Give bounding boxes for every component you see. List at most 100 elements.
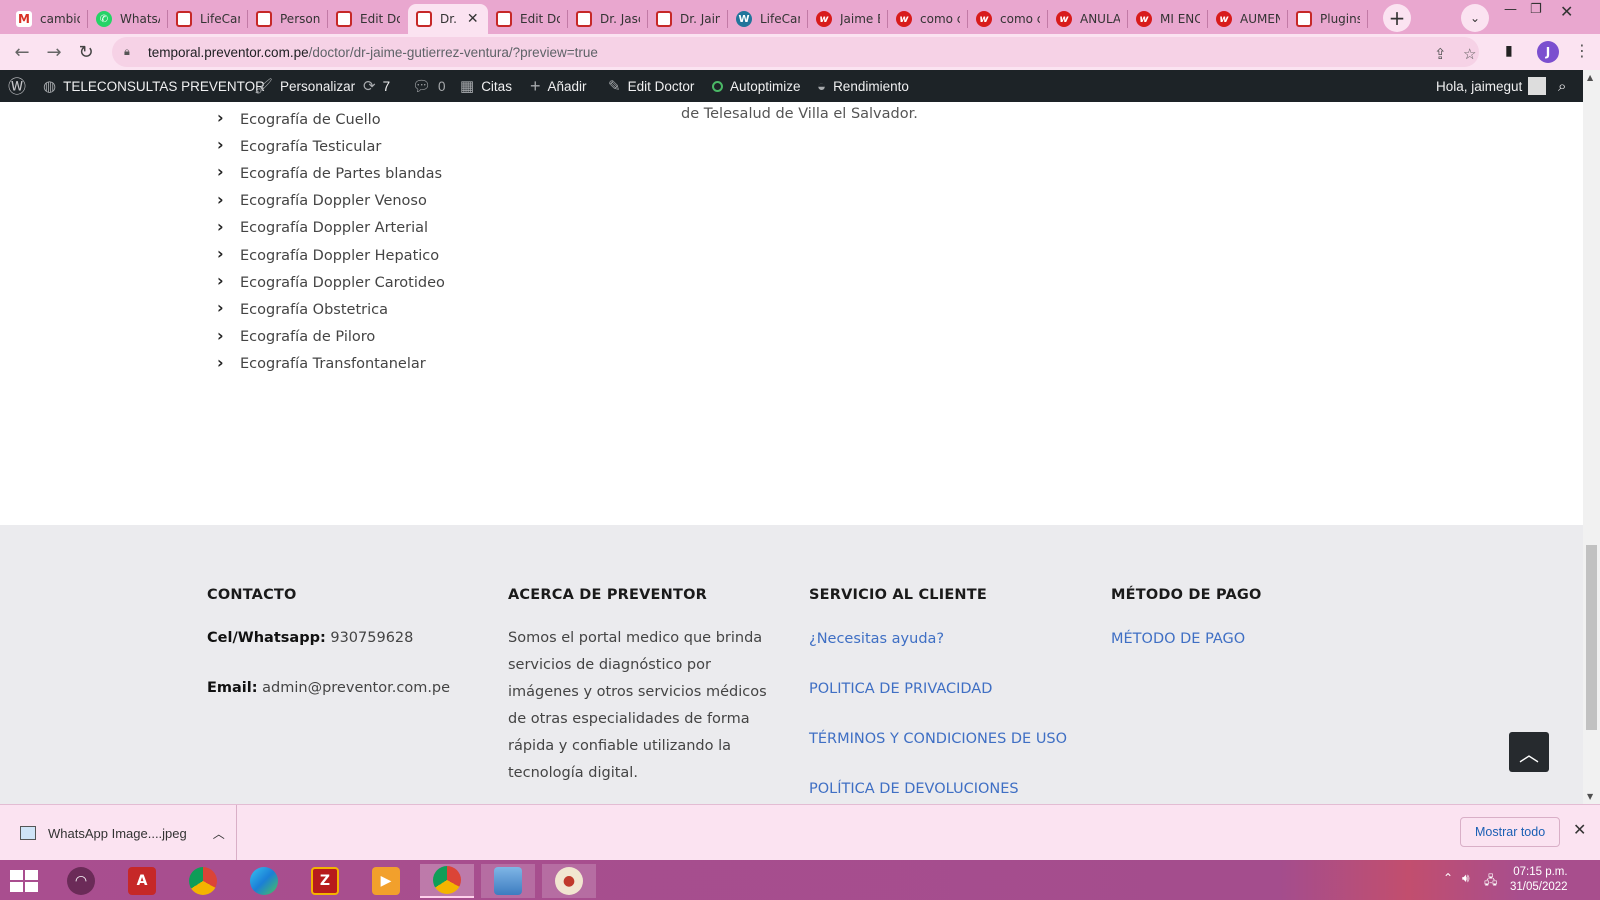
browser-tab[interactable]: w MI ENC <box>1128 4 1208 34</box>
side-panel-icon[interactable]: ▮ <box>1505 43 1513 59</box>
footer-service-link[interactable]: ¿Necesitas ayuda? <box>809 626 1084 653</box>
status-dot-icon <box>712 80 723 92</box>
reload-button[interactable]: ↻ <box>75 41 97 63</box>
browser-tab[interactable]: Plugins <box>1288 4 1368 34</box>
taskbar-edge[interactable] <box>237 864 291 898</box>
forward-button[interactable]: → <box>43 41 65 63</box>
windows-taskbar: ◠ A Z ▶ ● ⌃ 🔊︎ 🖧 07:15 p.m. 31/05/2022 <box>0 860 1600 900</box>
browser-tab[interactable]: Dr. Jain <box>648 4 728 34</box>
add-new-link[interactable]: + Añadir <box>530 70 587 102</box>
taskbar-app-1[interactable]: ◠ <box>54 864 108 898</box>
wordpress-logo-button[interactable]: Ⓦ <box>8 70 33 102</box>
bookmark-star-icon[interactable]: ☆ <box>1463 45 1476 63</box>
footer-service-link[interactable]: POLÍTICA DE DEVOLUCIONES <box>809 776 1084 803</box>
contact-phone: Cel/Whatsapp: 930759628 <box>207 625 482 652</box>
taskbar-paint[interactable]: ● <box>542 864 596 898</box>
address-bar[interactable]: 🔒︎ temporal.preventor.com.pe/doctor/dr-j… <box>112 37 1479 67</box>
edit-doctor-link[interactable]: ✎ Edit Doctor <box>608 70 694 102</box>
taskbar-acrobat[interactable]: A <box>115 864 169 898</box>
browser-tab[interactable]: w ANULA <box>1048 4 1128 34</box>
footer-payment-link[interactable]: MÉTODO DE PAGO <box>1111 626 1386 653</box>
browser-tab[interactable]: Dr. Jasc <box>568 4 648 34</box>
taskbar-filezilla[interactable]: Z <box>298 864 352 898</box>
footer-service-heading: SERVICIO AL CLIENTE <box>809 587 987 603</box>
tray-expand-icon[interactable]: ⌃ <box>1443 871 1453 885</box>
page-scrollbar[interactable]: ▲ ▼ <box>1583 70 1600 804</box>
browser-tab[interactable]: w Jaime E <box>808 4 888 34</box>
kebab-menu-icon[interactable]: ⋮ <box>1574 41 1590 60</box>
browser-tab[interactable]: Edit Do <box>488 4 568 34</box>
scroll-up-arrow-icon[interactable]: ▲ <box>1587 73 1593 82</box>
comment-icon: 💬︎ <box>412 78 432 95</box>
close-tab-icon[interactable]: ✕ <box>467 11 479 27</box>
autoptimize-link[interactable]: Autoptimize <box>712 70 801 102</box>
comments-link[interactable]: 💬︎ 0 <box>412 70 446 102</box>
tab-search-button[interactable]: ⌄ <box>1461 4 1489 32</box>
citas-link[interactable]: ▦ Citas <box>460 70 512 102</box>
tab-title: como c <box>1000 12 1040 26</box>
browser-tab[interactable]: w como c <box>968 4 1048 34</box>
updates-count: 7 <box>382 78 391 94</box>
performance-link[interactable]: ◒ Rendimiento <box>817 70 909 102</box>
lock-icon: 🔒︎ <box>124 45 130 58</box>
taskbar-chrome[interactable] <box>176 864 230 898</box>
url-text[interactable]: temporal.preventor.com.pe/doctor/dr-jaim… <box>148 45 598 60</box>
site-name-link[interactable]: ◍ TELECONSULTAS PREVENTOR <box>43 70 265 102</box>
footer-service-link[interactable]: TÉRMINOS Y CONDICIONES DE USO <box>809 726 1084 753</box>
browser-tab[interactable]: Person <box>248 4 328 34</box>
customize-label: Personalizar <box>280 78 356 94</box>
scrollbar-thumb[interactable] <box>1586 545 1597 730</box>
phone-label: Cel/Whatsapp: <box>207 630 326 646</box>
footer-service-link[interactable]: POLITICA DE PRIVACIDAD <box>809 676 1084 703</box>
restore-button[interactable]: ❐ <box>1530 2 1542 17</box>
download-item[interactable]: WhatsApp Image....jpeg ︿ <box>0 805 237 861</box>
download-shelf: WhatsApp Image....jpeg ︿ Mostrar todo ✕ <box>0 804 1600 861</box>
close-window-button[interactable]: ✕ <box>1560 2 1573 21</box>
minimize-button[interactable]: — <box>1504 2 1517 17</box>
page-viewport: › Ecografía de Cuello › Ecografía Testicula… <box>0 102 1583 804</box>
chevron-right-icon: › <box>217 189 224 209</box>
list-item: › Ecografía Doppler Arterial <box>217 215 445 242</box>
customize-link[interactable]: 🖌︎ Personalizar <box>254 70 355 102</box>
taskbar-chrome-profile[interactable] <box>420 864 474 898</box>
lifecare-icon <box>656 11 672 27</box>
chevron-up-icon[interactable]: ︿ <box>213 825 225 842</box>
tab-title: LifeCar <box>200 12 240 26</box>
back-button[interactable]: ← <box>11 41 33 63</box>
browser-tab[interactable]: LifeCar <box>168 4 248 34</box>
browser-tab[interactable]: w como c <box>888 4 968 34</box>
edit-doctor-label: Edit Doctor <box>627 78 695 94</box>
back-to-top-button[interactable]: ︿ <box>1509 732 1549 772</box>
network-icon[interactable]: 🖧 <box>1484 871 1497 892</box>
photos-icon <box>494 867 522 895</box>
scroll-down-arrow-icon[interactable]: ▼ <box>1587 792 1593 801</box>
chevron-right-icon: › <box>217 325 224 345</box>
tab-title: Dr. Jasc <box>600 12 640 26</box>
wix-icon: w <box>1056 11 1072 27</box>
taskbar-media-player[interactable]: ▶ <box>359 864 413 898</box>
system-clock[interactable]: 07:15 p.m. 31/05/2022 <box>1510 865 1568 895</box>
browser-tab[interactable]: w AUMEN <box>1208 4 1288 34</box>
browser-tab[interactable]: ✆ WhatsA <box>88 4 168 34</box>
browser-tab[interactable]: W LifeCar <box>728 4 808 34</box>
volume-icon[interactable]: 🔊︎ <box>1462 871 1470 886</box>
browser-tab[interactable]: Dr. ✕ <box>408 4 488 34</box>
share-icon[interactable]: ⇪ <box>1434 45 1447 63</box>
taskbar-photos[interactable] <box>481 864 535 898</box>
browser-tab[interactable]: Edit Do <box>328 4 408 34</box>
browser-tab[interactable]: Mcambio <box>8 4 88 34</box>
profile-avatar[interactable]: J <box>1537 41 1559 63</box>
close-shelf-icon[interactable]: ✕ <box>1573 820 1586 839</box>
add-new-label: Añadir <box>547 78 587 94</box>
new-tab-button[interactable]: + <box>1383 4 1411 32</box>
chevron-right-icon: › <box>217 352 224 372</box>
updates-link[interactable]: ⟳ 7 <box>363 70 390 102</box>
chevron-right-icon: › <box>217 298 224 318</box>
windows-start-icon[interactable] <box>10 870 38 892</box>
chevron-up-icon: ︿ <box>1519 741 1539 766</box>
service-name: Ecografía Doppler Arterial <box>240 220 429 237</box>
chevron-right-icon: › <box>217 244 224 264</box>
account-menu[interactable]: Hola, jaimegut <box>1436 70 1547 102</box>
show-all-downloads-button[interactable]: Mostrar todo <box>1460 817 1561 847</box>
admin-search-button[interactable]: ⌕ <box>1558 70 1573 102</box>
